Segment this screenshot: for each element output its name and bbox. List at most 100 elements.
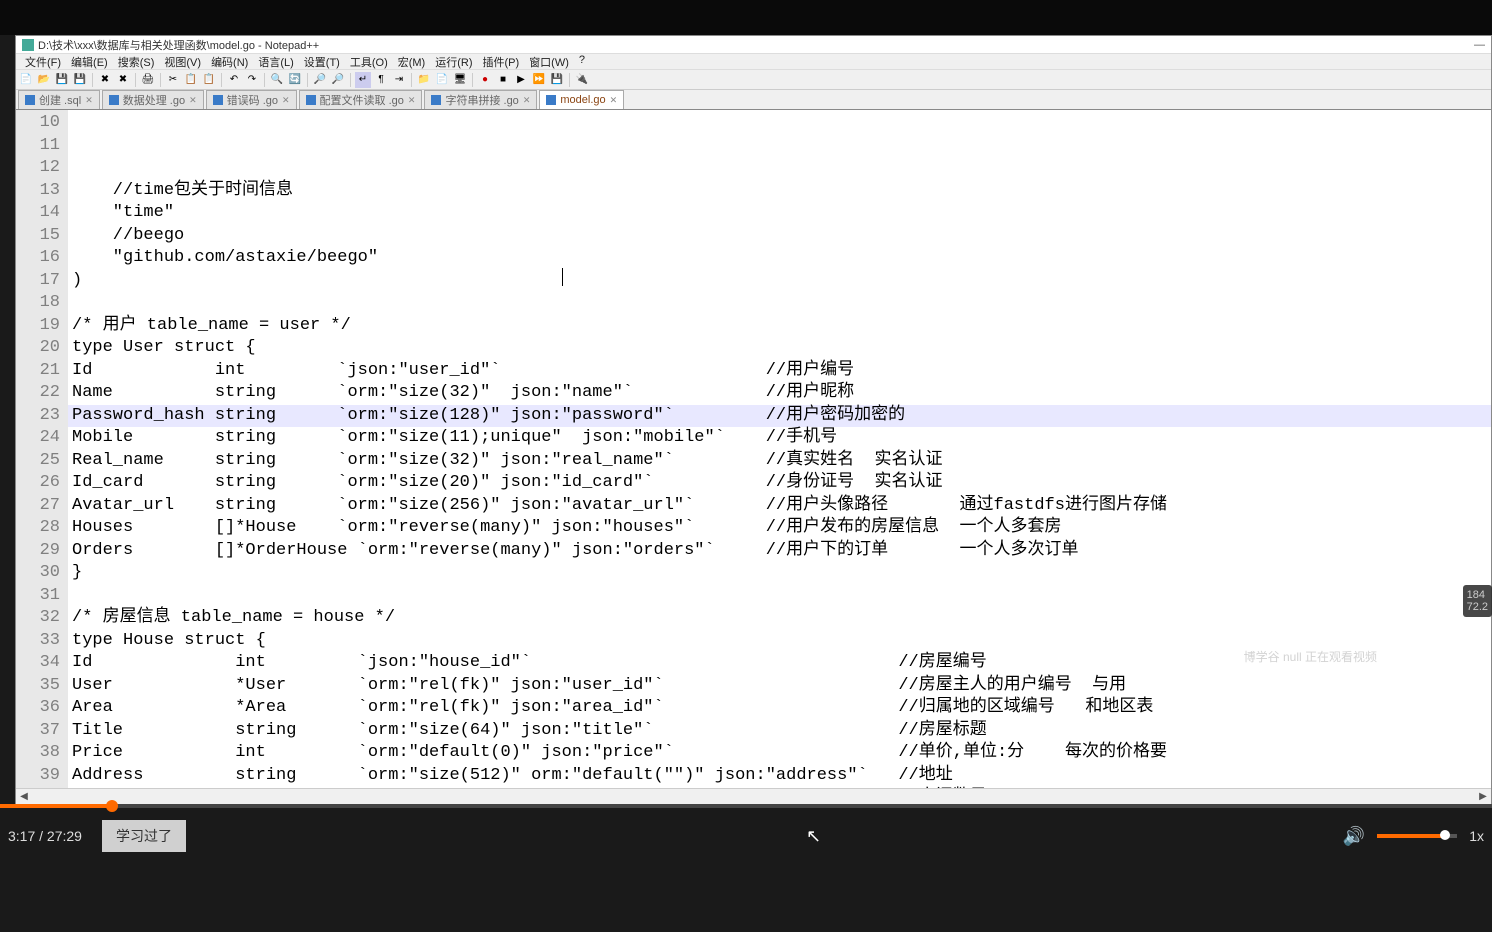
doc-icon[interactable]: 📄 [434, 72, 450, 88]
code-line[interactable]: User *User `orm:"rel(fk)" json:"user_id"… [68, 675, 1491, 698]
scroll-left-icon[interactable]: ◀ [16, 791, 32, 802]
menu-edit[interactable]: 编辑(E) [66, 54, 113, 69]
menu-settings[interactable]: 设置(T) [299, 54, 345, 69]
folder-icon[interactable]: 📁 [416, 72, 432, 88]
new-file-icon[interactable]: 📄 [18, 72, 34, 88]
tab-1[interactable]: 数据处理 .go✕ [102, 90, 204, 109]
volume-thumb[interactable] [1440, 830, 1450, 840]
menu-plugins[interactable]: 插件(P) [478, 54, 525, 69]
play-icon[interactable]: ▶ [513, 72, 529, 88]
menu-window[interactable]: 窗口(W) [524, 54, 574, 69]
menu-language[interactable]: 语言(L) [253, 54, 298, 69]
stop-icon[interactable]: ■ [495, 72, 511, 88]
close-tab-icon[interactable]: ✕ [282, 95, 290, 106]
code-line[interactable]: ) [68, 270, 1491, 293]
code-line[interactable]: "time" [68, 202, 1491, 225]
line-number: 28 [16, 517, 60, 540]
code-line[interactable]: Id int `json:"user_id"` //用户编号 [68, 360, 1491, 383]
zoom-out-icon[interactable]: 🔎 [330, 72, 346, 88]
code-line[interactable]: Avatar_url string `orm:"size(256)" json:… [68, 495, 1491, 518]
code-line[interactable]: "github.com/astaxie/beego" [68, 247, 1491, 270]
close-tab-icon[interactable]: ✕ [523, 95, 531, 106]
paste-icon[interactable]: 📋 [201, 72, 217, 88]
plugin-icon[interactable]: 🔌 [574, 72, 590, 88]
tab-2[interactable]: 错误码 .go✕ [206, 90, 297, 109]
horizontal-scrollbar[interactable]: ◀ ▶ [16, 788, 1491, 804]
code-line[interactable]: Houses []*House `orm:"reverse(many)" jso… [68, 517, 1491, 540]
close-tab-icon[interactable]: ✕ [85, 95, 93, 106]
code-line[interactable]: /* 用户 table_name = user */ [68, 315, 1491, 338]
cut-icon[interactable]: ✂ [165, 72, 181, 88]
menu-help[interactable]: ? [574, 54, 590, 69]
code-line[interactable]: type User struct { [68, 337, 1491, 360]
scroll-right-icon[interactable]: ▶ [1475, 791, 1491, 802]
menu-search[interactable]: 搜索(S) [113, 54, 160, 69]
save-macro-icon[interactable]: 💾 [549, 72, 565, 88]
menu-file[interactable]: 文件(F) [20, 54, 66, 69]
menu-run[interactable]: 运行(R) [430, 54, 477, 69]
zoom-in-icon[interactable]: 🔎 [312, 72, 328, 88]
line-number: 25 [16, 450, 60, 473]
code-line[interactable]: } [68, 562, 1491, 585]
title-bar[interactable]: D:\技术\xxx\数据库与相关处理函数\model.go - Notepad+… [16, 36, 1491, 54]
line-number: 10 [16, 112, 60, 135]
line-number: 26 [16, 472, 60, 495]
volume-slider[interactable] [1377, 834, 1457, 838]
menu-view[interactable]: 视图(V) [159, 54, 206, 69]
copy-icon[interactable]: 📋 [183, 72, 199, 88]
redo-icon[interactable]: ↷ [244, 72, 260, 88]
code-line[interactable]: Title string `orm:"size(64)" json:"title… [68, 720, 1491, 743]
line-number: 14 [16, 202, 60, 225]
close-all-icon[interactable]: ✖ [115, 72, 131, 88]
code-line[interactable]: /* 房屋信息 table_name = house */ [68, 607, 1491, 630]
code-line[interactable]: Orders []*OrderHouse `orm:"reverse(many)… [68, 540, 1491, 563]
indent-icon[interactable]: ⇥ [391, 72, 407, 88]
code-line[interactable] [68, 585, 1491, 608]
code-line[interactable]: Password_hash string `orm:"size(128)" js… [68, 405, 1491, 428]
video-progress[interactable] [0, 804, 1492, 808]
tab-3[interactable]: 配置文件读取 .go✕ [299, 90, 423, 109]
editor-area[interactable]: 1011121314151617181920212223242526272829… [16, 110, 1491, 788]
code-line[interactable]: Room_count int `orm:"default(1)" json:"r… [68, 787, 1491, 788]
save-icon[interactable]: 💾 [54, 72, 70, 88]
menu-macro[interactable]: 宏(M) [393, 54, 431, 69]
close-icon[interactable]: ✖ [97, 72, 113, 88]
code-line[interactable]: Real_name string `orm:"size(32)" json:"r… [68, 450, 1491, 473]
line-number: 36 [16, 697, 60, 720]
monitor-icon[interactable]: 🖥 [452, 72, 468, 88]
volume-icon[interactable]: 🔊 [1343, 826, 1365, 847]
close-tab-icon[interactable]: ✕ [610, 95, 618, 106]
replace-icon[interactable]: 🔄 [287, 72, 303, 88]
wrap-icon[interactable]: ↵ [355, 72, 371, 88]
learned-button[interactable]: 学习过了 [102, 820, 186, 852]
menu-tools[interactable]: 工具(O) [345, 54, 393, 69]
code-line[interactable] [68, 292, 1491, 315]
code-line[interactable]: //beego [68, 225, 1491, 248]
show-chars-icon[interactable]: ¶ [373, 72, 389, 88]
save-all-icon[interactable]: 💾 [72, 72, 88, 88]
close-tab-icon[interactable]: ✕ [189, 95, 197, 106]
code-line[interactable]: Area *Area `orm:"rel(fk)" json:"area_id"… [68, 697, 1491, 720]
minimize-button[interactable]: — [1474, 39, 1485, 51]
speed-label[interactable]: 1x [1469, 828, 1484, 844]
code-line[interactable]: //time包关于时间信息 [68, 180, 1491, 203]
tab-5-active[interactable]: model.go✕ [539, 90, 624, 109]
tab-4[interactable]: 字符串拼接 .go✕ [424, 90, 537, 109]
progress-thumb[interactable] [106, 800, 118, 812]
code-line[interactable]: Price int `orm:"default(0)" json:"price"… [68, 742, 1491, 765]
tab-0[interactable]: 创建 .sql✕ [18, 90, 100, 109]
open-file-icon[interactable]: 📂 [36, 72, 52, 88]
code-content[interactable]: //time包关于时间信息 "time" //beego "github.com… [68, 110, 1491, 788]
print-icon[interactable]: 🖨 [140, 72, 156, 88]
find-icon[interactable]: 🔍 [269, 72, 285, 88]
close-tab-icon[interactable]: ✕ [408, 95, 416, 106]
code-line[interactable]: Mobile string `orm:"size(11);unique" jso… [68, 427, 1491, 450]
code-line[interactable]: Address string `orm:"size(512)" orm:"def… [68, 765, 1491, 788]
app-icon [22, 39, 34, 51]
code-line[interactable]: Name string `orm:"size(32)" json:"name"`… [68, 382, 1491, 405]
undo-icon[interactable]: ↶ [226, 72, 242, 88]
menu-encoding[interactable]: 编码(N) [206, 54, 253, 69]
code-line[interactable]: Id_card string `orm:"size(20)" json:"id_… [68, 472, 1491, 495]
record-icon[interactable]: ● [477, 72, 493, 88]
fast-icon[interactable]: ⏩ [531, 72, 547, 88]
